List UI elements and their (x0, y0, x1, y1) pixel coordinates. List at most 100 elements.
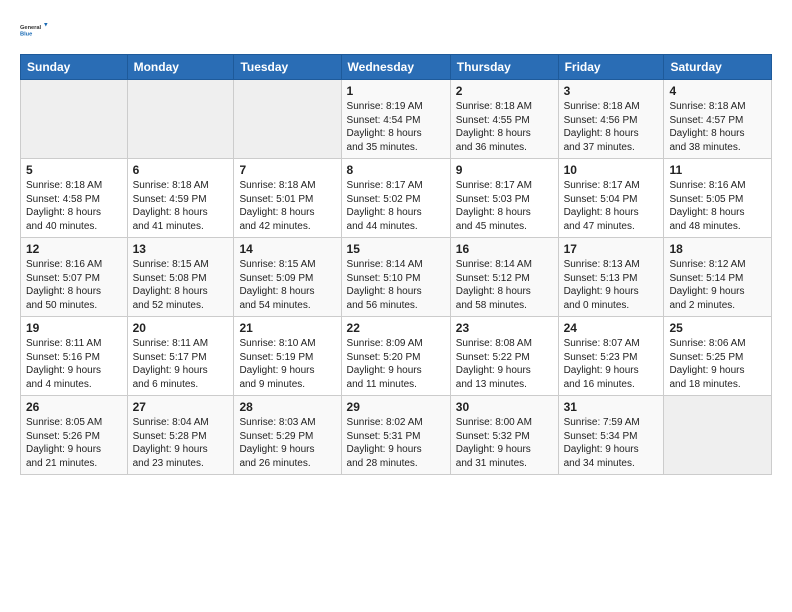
day-info: Sunrise: 8:18 AM Sunset: 4:55 PM Dayligh… (456, 100, 553, 154)
calendar-cell: 28Sunrise: 8:03 AM Sunset: 5:29 PM Dayli… (234, 396, 341, 475)
calendar-cell: 20 Sunrise: 8:11 AM Sunset: 5:17 PM Dayli… (127, 317, 234, 396)
calendar-week-row: 1 Sunrise: 8:19 AM Sunset: 4:54 PM Daylig… (21, 80, 772, 159)
day-info: Sunrise: 8:18 AM Sunset: 5:01 PM Dayligh… (239, 179, 335, 233)
calendar-cell: 5 Sunrise: 8:18 AM Sunset: 4:58 PM Daylig… (21, 159, 128, 238)
calendar-week-row: 19 Sunrise: 8:11 AM Sunset: 5:16 PM Dayli… (21, 317, 772, 396)
calendar-table: SundayMondayTuesdayWednesdayThursdayFrid… (20, 54, 772, 475)
day-number: 14 (239, 242, 335, 256)
day-info: Sunrise: 8:18 AM Sunset: 4:57 PM Dayligh… (669, 100, 766, 154)
day-info: Sunrise: 8:11 AM Sunset: 5:16 PM Dayligh… (26, 337, 122, 391)
calendar-cell: 14Sunrise: 8:15 AM Sunset: 5:09 PM Dayli… (234, 238, 341, 317)
day-number: 13 (133, 242, 229, 256)
day-number: 18 (669, 242, 766, 256)
day-info: Sunrise: 8:18 AM Sunset: 4:56 PM Dayligh… (564, 100, 659, 154)
day-number: 4 (669, 84, 766, 98)
calendar-cell: 18 Sunrise: 8:12 AM Sunset: 5:14 PM Dayli… (664, 238, 772, 317)
day-number: 2 (456, 84, 553, 98)
day-info: Sunrise: 8:16 AM Sunset: 5:07 PM Dayligh… (26, 258, 122, 312)
day-info: Sunrise: 8:00 AM Sunset: 5:32 PM Dayligh… (456, 416, 553, 470)
calendar-cell: 15 Sunrise: 8:14 AM Sunset: 5:10 PM Dayli… (341, 238, 450, 317)
day-number: 22 (347, 321, 445, 335)
day-info: Sunrise: 8:16 AM Sunset: 5:05 PM Dayligh… (669, 179, 766, 233)
calendar-cell: 13 Sunrise: 8:15 AM Sunset: 5:08 PM Dayli… (127, 238, 234, 317)
calendar-cell: 29Sunrise: 8:02 AM Sunset: 5:31 PM Dayli… (341, 396, 450, 475)
day-info: Sunrise: 8:19 AM Sunset: 4:54 PM Dayligh… (347, 100, 445, 154)
day-number: 1 (347, 84, 445, 98)
day-number: 31 (564, 400, 659, 414)
day-number: 12 (26, 242, 122, 256)
day-info: Sunrise: 8:14 AM Sunset: 5:10 PM Dayligh… (347, 258, 445, 312)
calendar-cell: 4 Sunrise: 8:18 AM Sunset: 4:57 PM Daylig… (664, 80, 772, 159)
calendar-cell: 11 Sunrise: 8:16 AM Sunset: 5:05 PM Dayli… (664, 159, 772, 238)
day-number: 11 (669, 163, 766, 177)
calendar-cell: 30 Sunrise: 8:00 AM Sunset: 5:32 PM Dayli… (450, 396, 558, 475)
day-number: 24 (564, 321, 659, 335)
day-info: Sunrise: 8:04 AM Sunset: 5:28 PM Dayligh… (133, 416, 229, 470)
day-number: 15 (347, 242, 445, 256)
calendar-cell: 2 Sunrise: 8:18 AM Sunset: 4:55 PM Daylig… (450, 80, 558, 159)
day-info: Sunrise: 8:17 AM Sunset: 5:04 PM Dayligh… (564, 179, 659, 233)
calendar-cell: 12 Sunrise: 8:16 AM Sunset: 5:07 PM Dayli… (21, 238, 128, 317)
day-info: Sunrise: 8:14 AM Sunset: 5:12 PM Dayligh… (456, 258, 553, 312)
calendar-cell: 9 Sunrise: 8:17 AM Sunset: 5:03 PM Daylig… (450, 159, 558, 238)
day-number: 3 (564, 84, 659, 98)
weekday-header-friday: Friday (558, 55, 664, 80)
day-number: 30 (456, 400, 553, 414)
day-info: Sunrise: 8:12 AM Sunset: 5:14 PM Dayligh… (669, 258, 766, 312)
calendar-cell: 21 Sunrise: 8:10 AM Sunset: 5:19 PM Dayli… (234, 317, 341, 396)
day-number: 25 (669, 321, 766, 335)
day-info: Sunrise: 8:05 AM Sunset: 5:26 PM Dayligh… (26, 416, 122, 470)
day-info: Sunrise: 8:07 AM Sunset: 5:23 PM Dayligh… (564, 337, 659, 391)
logo: GeneralBlue (20, 16, 48, 44)
day-number: 19 (26, 321, 122, 335)
calendar-cell (21, 80, 128, 159)
day-number: 21 (239, 321, 335, 335)
day-number: 10 (564, 163, 659, 177)
weekday-header-thursday: Thursday (450, 55, 558, 80)
day-number: 9 (456, 163, 553, 177)
svg-text:Blue: Blue (20, 32, 32, 38)
day-info: Sunrise: 8:17 AM Sunset: 5:03 PM Dayligh… (456, 179, 553, 233)
calendar-cell (127, 80, 234, 159)
calendar-cell: 3 Sunrise: 8:18 AM Sunset: 4:56 PM Daylig… (558, 80, 664, 159)
calendar-week-row: 12 Sunrise: 8:16 AM Sunset: 5:07 PM Dayli… (21, 238, 772, 317)
weekday-header-row: SundayMondayTuesdayWednesdayThursdayFrid… (21, 55, 772, 80)
calendar-cell: 10 Sunrise: 8:17 AM Sunset: 5:04 PM Dayli… (558, 159, 664, 238)
day-info: Sunrise: 7:59 AM Sunset: 5:34 PM Dayligh… (564, 416, 659, 470)
calendar-cell (664, 396, 772, 475)
day-info: Sunrise: 8:11 AM Sunset: 5:17 PM Dayligh… (133, 337, 229, 391)
day-info: Sunrise: 8:03 AM Sunset: 5:29 PM Dayligh… (239, 416, 335, 470)
weekday-header-sunday: Sunday (21, 55, 128, 80)
day-number: 17 (564, 242, 659, 256)
day-info: Sunrise: 8:17 AM Sunset: 5:02 PM Dayligh… (347, 179, 445, 233)
calendar-cell: 24 Sunrise: 8:07 AM Sunset: 5:23 PM Dayli… (558, 317, 664, 396)
calendar-cell: 17 Sunrise: 8:13 AM Sunset: 5:13 PM Dayli… (558, 238, 664, 317)
calendar-week-row: 5 Sunrise: 8:18 AM Sunset: 4:58 PM Daylig… (21, 159, 772, 238)
calendar-cell (234, 80, 341, 159)
weekday-header-wednesday: Wednesday (341, 55, 450, 80)
day-number: 29 (347, 400, 445, 414)
day-info: Sunrise: 8:18 AM Sunset: 4:58 PM Dayligh… (26, 179, 122, 233)
day-number: 20 (133, 321, 229, 335)
calendar-cell: 1 Sunrise: 8:19 AM Sunset: 4:54 PM Daylig… (341, 80, 450, 159)
day-info: Sunrise: 8:08 AM Sunset: 5:22 PM Dayligh… (456, 337, 553, 391)
day-number: 5 (26, 163, 122, 177)
calendar-cell: 31 Sunrise: 7:59 AM Sunset: 5:34 PM Dayli… (558, 396, 664, 475)
calendar-cell: 27 Sunrise: 8:04 AM Sunset: 5:28 PM Dayli… (127, 396, 234, 475)
calendar-cell: 7Sunrise: 8:18 AM Sunset: 5:01 PM Daylig… (234, 159, 341, 238)
weekday-header-saturday: Saturday (664, 55, 772, 80)
calendar-cell: 22Sunrise: 8:09 AM Sunset: 5:20 PM Dayli… (341, 317, 450, 396)
day-info: Sunrise: 8:15 AM Sunset: 5:08 PM Dayligh… (133, 258, 229, 312)
svg-text:General: General (20, 25, 42, 31)
calendar-cell: 26Sunrise: 8:05 AM Sunset: 5:26 PM Dayli… (21, 396, 128, 475)
day-number: 8 (347, 163, 445, 177)
calendar-cell: 25 Sunrise: 8:06 AM Sunset: 5:25 PM Dayli… (664, 317, 772, 396)
day-number: 23 (456, 321, 553, 335)
day-number: 27 (133, 400, 229, 414)
calendar-cell: 19 Sunrise: 8:11 AM Sunset: 5:16 PM Dayli… (21, 317, 128, 396)
calendar-page: GeneralBlue SundayMondayTuesdayWednesday… (0, 0, 792, 612)
day-info: Sunrise: 8:06 AM Sunset: 5:25 PM Dayligh… (669, 337, 766, 391)
day-info: Sunrise: 8:10 AM Sunset: 5:19 PM Dayligh… (239, 337, 335, 391)
day-info: Sunrise: 8:13 AM Sunset: 5:13 PM Dayligh… (564, 258, 659, 312)
calendar-cell: 16Sunrise: 8:14 AM Sunset: 5:12 PM Dayli… (450, 238, 558, 317)
